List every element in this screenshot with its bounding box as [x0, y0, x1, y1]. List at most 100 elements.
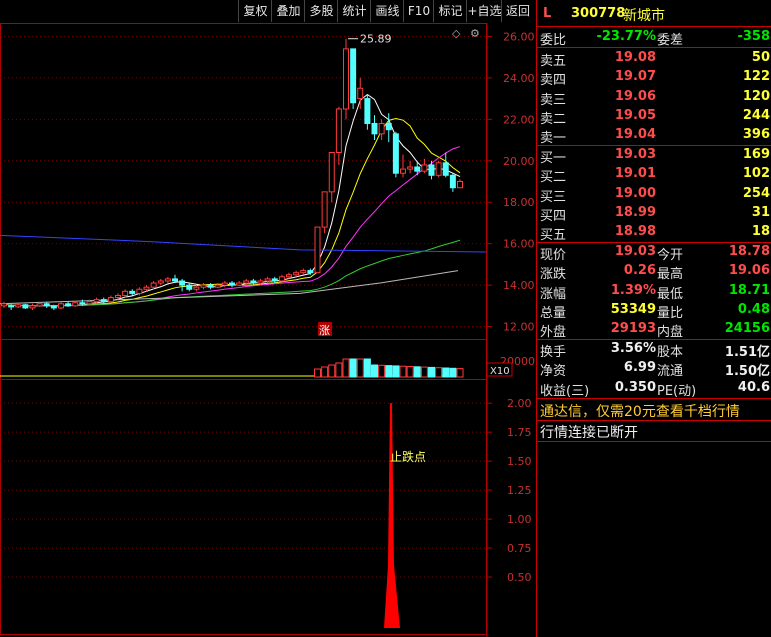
bid-row-2-label: 买二: [540, 170, 567, 186]
candle: [164, 276, 171, 284]
volume-bar: [392, 365, 400, 378]
volume-bar: [378, 364, 386, 378]
candle: [65, 301, 72, 307]
volume-bar: [321, 366, 329, 378]
ma10-line: [3, 117, 461, 307]
stat-row-2-value: 1.39%: [610, 282, 656, 298]
ask-row-5-value: 19.08: [614, 50, 656, 65]
candle: [435, 160, 442, 178]
ask-row-3-value2: 120: [742, 88, 770, 104]
candle: [129, 289, 136, 296]
stock-code: 300778: [571, 6, 626, 21]
candle: [407, 160, 414, 174]
info-row-1-label: 净资: [540, 364, 567, 380]
candle: [157, 278, 164, 286]
ask-row-3-value: 19.06: [614, 88, 656, 104]
candle: [449, 173, 456, 192]
volume-bar: [363, 358, 371, 378]
weibi-value: -23.77%: [596, 29, 656, 44]
volume-bar: [435, 367, 443, 378]
indicator-tick-label: 1.50: [507, 455, 532, 468]
candle: [364, 94, 371, 130]
ask-row-2-value2: 244: [742, 107, 770, 123]
candle: [250, 278, 257, 286]
ask-row-1: 卖一 19.04 396: [537, 126, 771, 147]
bid-row-3: 买三 19.00 254: [537, 185, 771, 205]
bid-row-3-value2: 254: [742, 185, 770, 201]
info-row-0: 换手 3.56% 股本 1.51亿: [537, 340, 771, 360]
ask-row-2-value: 19.05: [614, 107, 656, 123]
kline-chart-area[interactable]: 26.00 24.00 22.00 20.00 18.00 16.00 14.00 12.00…: [0, 0, 536, 637]
info-row-0-label: 换手: [540, 345, 567, 360]
ask-row-2-label: 卖二: [540, 111, 567, 127]
weibi-row: 委比 -23.77% 委差 -358: [537, 28, 771, 48]
stat-row-2-value2: 18.71: [728, 282, 770, 298]
limit-up-label: 涨: [319, 324, 330, 337]
bid-row-2-value: 19.01: [614, 166, 656, 182]
bid-row-1-value: 19.03: [614, 147, 656, 162]
candle: [321, 191, 328, 234]
volume-bar: [349, 358, 357, 378]
volume-bar: [413, 366, 421, 378]
info-row-2-value: 0.350: [614, 379, 656, 395]
stat-row-3-value: 53349: [610, 301, 656, 317]
diamond-icon[interactable]: ◇: [452, 27, 461, 40]
price-tick-label: 14.00: [503, 279, 535, 292]
stat-row-4-label: 外盘: [540, 325, 567, 341]
price-panel-frame: [0, 23, 487, 340]
info-row-2-label: 收益(三): [540, 383, 590, 399]
quote-panel: L 300778 新城市 委比 -23.77% 委差 -358 卖五 19.08…: [536, 0, 771, 637]
stat-row-1-label: 涨跌: [540, 267, 567, 283]
info-row-0-value2: 1.51亿: [724, 345, 770, 360]
bid-row-1-label: 买一: [540, 151, 567, 166]
candle: [392, 131, 399, 178]
candle: [200, 283, 207, 290]
ask-row-4-label: 卖四: [540, 73, 567, 89]
candle: [335, 106, 342, 165]
price-tick-label: 20.00: [503, 155, 535, 168]
ask-row-1-label: 卖一: [540, 131, 567, 147]
bid-row-4-value: 18.99: [614, 204, 656, 220]
bid-row-2-value2: 102: [742, 166, 770, 182]
candle: [343, 38, 349, 120]
candle: [100, 297, 107, 304]
ask-row-5-label: 卖五: [540, 54, 567, 69]
weibi-label: 委比: [540, 33, 567, 48]
ask-row-1-value2: 396: [742, 127, 770, 143]
indicator-tick-label: 1.00: [507, 513, 532, 526]
ask-row-3-label: 卖三: [540, 92, 567, 108]
stock-header: L 300778 新城市: [537, 4, 771, 26]
indicator-tick-label: 0.75: [507, 542, 532, 555]
stat-row-1-value: 0.26: [623, 263, 656, 279]
bid-row-2: 买二 19.01 102: [537, 165, 771, 186]
volume-bar: [399, 365, 407, 378]
bid-row-5: 买五 18.98 18: [537, 223, 771, 243]
ask-row-5-value2: 50: [751, 50, 770, 65]
connection-status: 行情连接已断开: [540, 425, 638, 441]
stat-row-3-label: 总量: [540, 305, 567, 321]
bid-row-5-value: 18.98: [614, 224, 656, 240]
candle: [179, 278, 186, 292]
volume-bar: [356, 358, 364, 378]
candle: [107, 295, 114, 303]
stat-row-3-label2: 量比: [657, 305, 684, 321]
indicator-tick-label: 0.50: [507, 571, 532, 584]
volume-bar: [335, 362, 343, 378]
candle: [421, 158, 428, 174]
price-tick-label: 22.00: [503, 113, 535, 126]
promo-row[interactable]: 通达信，仅需20元查看千档行情: [537, 400, 771, 420]
stat-row-3: 总量 53349 量比 0.48: [537, 301, 771, 321]
candle: [186, 283, 193, 292]
volume-bar: [342, 358, 350, 378]
stop-fall-annotation: 止跌点: [390, 449, 426, 464]
candle: [428, 160, 435, 180]
status-row: 行情连接已断开: [537, 421, 771, 441]
promo-link[interactable]: 通达信，仅需20元查看千档行情: [540, 401, 740, 421]
info-row-2: 收益(三) 0.350 PE(动) 40.6: [537, 379, 771, 399]
info-row-1-value2: 1.50亿: [724, 364, 770, 380]
candle: [122, 289, 129, 298]
settings-icon[interactable]: ⚙: [470, 27, 480, 40]
candle: [1, 301, 7, 308]
stat-row-2-label2: 最低: [657, 286, 684, 302]
stat-row-1: 涨跌 0.26 最高 19.06: [537, 262, 771, 283]
